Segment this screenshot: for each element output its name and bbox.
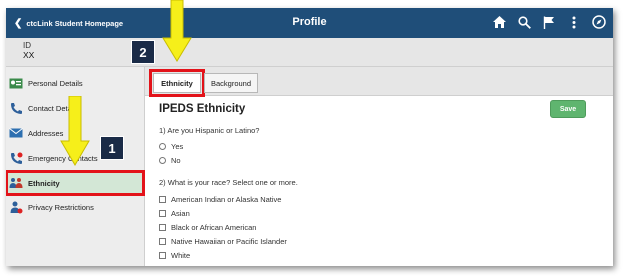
- app-window: ❮ ctcLink Student Homepage Profile ID XX: [6, 8, 613, 266]
- sidebar-item-label: Personal Details: [28, 78, 83, 88]
- section-title: IPEDS Ethnicity: [159, 103, 246, 115]
- checkbox[interactable]: [159, 223, 166, 231]
- radio-label: No: [171, 155, 181, 165]
- radio-label: Yes: [171, 141, 184, 151]
- checkbox-label: Black or African American: [171, 222, 257, 232]
- contact-details-icon: [9, 102, 23, 114]
- checkbox-label: White: [171, 250, 191, 260]
- privacy-restrictions-icon: [9, 201, 23, 213]
- home-icon[interactable]: [491, 14, 507, 30]
- radio-yes[interactable]: Yes: [159, 140, 183, 152]
- id-bar: ID XX: [6, 38, 613, 67]
- envelope-icon: [9, 127, 23, 139]
- save-button[interactable]: Save: [550, 100, 586, 118]
- checkbox[interactable]: [159, 251, 166, 259]
- personal-details-icon: [9, 77, 23, 89]
- id-label: ID: [23, 41, 31, 50]
- checkbox-american-indian[interactable]: American Indian or Alaska Native: [159, 193, 281, 205]
- sidebar-item-label: Privacy Restrictions: [28, 202, 94, 212]
- search-icon[interactable]: [516, 14, 532, 30]
- radio-button[interactable]: [159, 156, 166, 164]
- tab-strip: Ethnicity Background: [145, 67, 613, 97]
- sidebar-item-ethnicity[interactable]: Ethnicity: [6, 170, 145, 196]
- checkbox-label: Asian: [171, 208, 190, 218]
- main-content: Ethnicity Background IPEDS Ethnicity Sav…: [145, 67, 613, 266]
- checkbox[interactable]: [159, 195, 166, 203]
- checkbox[interactable]: [159, 209, 166, 217]
- sidebar-item-label: Addresses: [28, 128, 64, 138]
- checkbox-asian[interactable]: Asian: [159, 207, 190, 219]
- step-badge-2: 2: [131, 40, 155, 64]
- header-actions: [491, 14, 607, 30]
- step-badge-1: 1: [100, 136, 124, 160]
- tab-ethnicity[interactable]: Ethnicity: [149, 69, 205, 97]
- sidebar-item-label: Ethnicity: [28, 178, 60, 188]
- id-value: XX: [23, 50, 35, 60]
- more-vertical-icon[interactable]: [566, 14, 582, 30]
- checkbox-native-hawaiian[interactable]: Native Hawaiian or Pacific Islander: [159, 235, 287, 247]
- sidebar-item-privacy-restrictions[interactable]: Privacy Restrictions: [6, 195, 144, 219]
- arrow-down-icon: [162, 0, 192, 62]
- radio-button[interactable]: [159, 142, 166, 150]
- navbar-compass-icon[interactable]: [591, 14, 607, 30]
- tab-background[interactable]: Background: [204, 73, 258, 93]
- radio-no[interactable]: No: [159, 154, 181, 166]
- header-bar: ❮ ctcLink Student Homepage Profile: [6, 8, 613, 38]
- emergency-contacts-icon: [9, 152, 23, 164]
- sidebar-item-personal-details[interactable]: Personal Details: [6, 71, 144, 95]
- ethnicity-icon: [9, 177, 23, 189]
- checkbox-label: American Indian or Alaska Native: [171, 194, 282, 204]
- question-race: 2) What is your race? Select one or more…: [159, 178, 298, 187]
- checkbox-black[interactable]: Black or African American: [159, 221, 256, 233]
- checkbox-label: Native Hawaiian or Pacific Islander: [171, 236, 287, 246]
- arrow-down-icon: [60, 96, 90, 166]
- checkbox[interactable]: [159, 237, 166, 245]
- flag-icon[interactable]: [541, 14, 557, 30]
- question-hispanic: 1) Are you Hispanic or Latino?: [159, 126, 260, 135]
- checkbox-white[interactable]: White: [159, 249, 190, 261]
